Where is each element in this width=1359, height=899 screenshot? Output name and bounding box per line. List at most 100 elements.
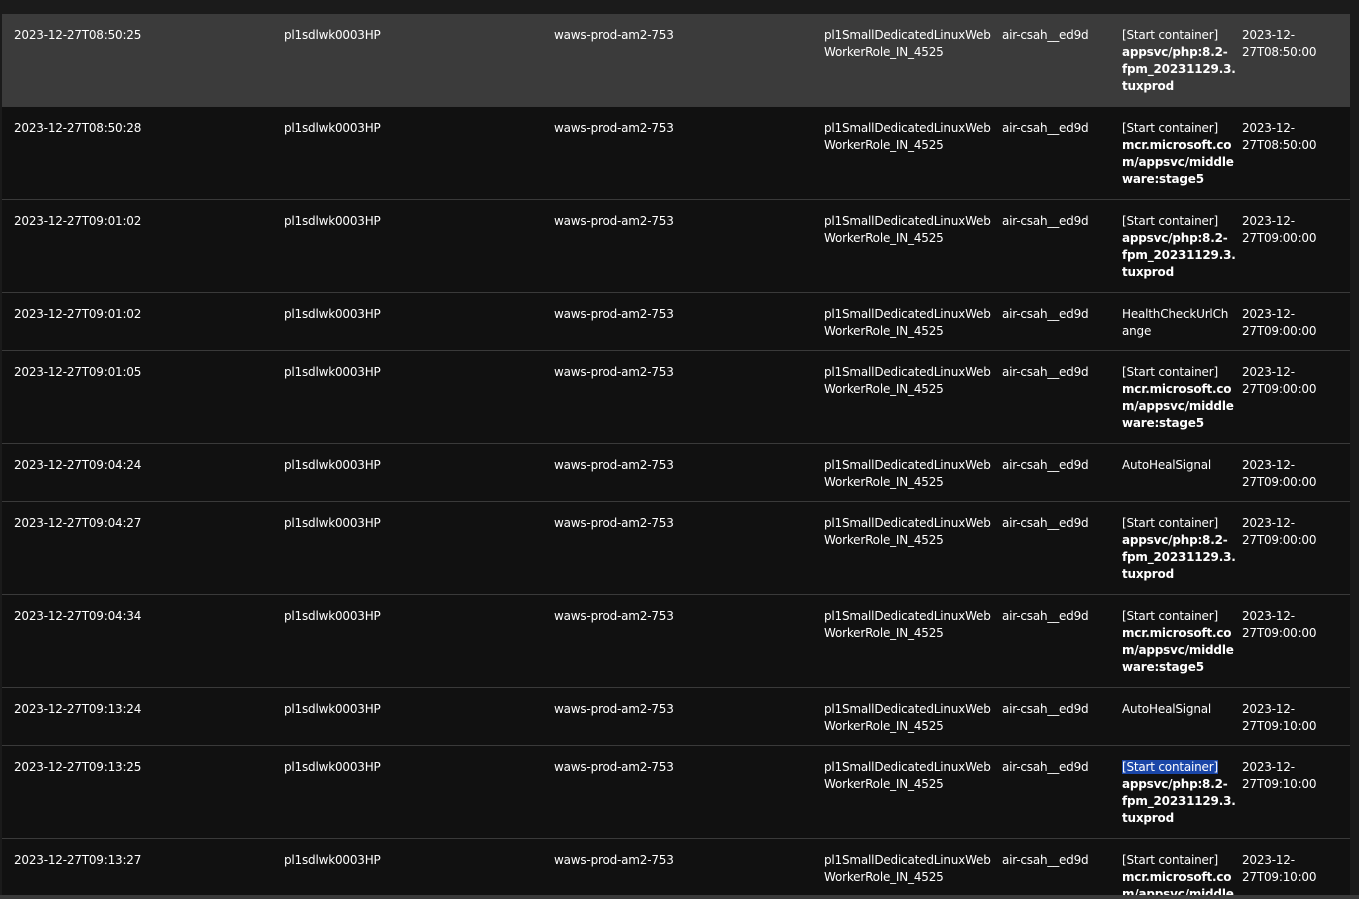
time-bucket-cell: 2023-12- 27T09:00:00 bbox=[1242, 364, 1342, 398]
event-head: [Start container] bbox=[1122, 609, 1218, 623]
container-image-line: m/appsvc/middle bbox=[1122, 643, 1234, 657]
table-row[interactable]: 2023-12-27T09:13:27 pl1sdlwk0003HP waws-pr… bbox=[2, 839, 1350, 895]
time-bucket-cell: 2023-12- 27T09:00:00 bbox=[1242, 306, 1342, 340]
stamp-cell: waws-prod-am2-753 bbox=[554, 702, 674, 716]
role-instance-cell: pl1SmallDedicatedLinuxWeb WorkerRole_IN_4… bbox=[824, 852, 991, 886]
time-bucket-line: 27T09:00:00 bbox=[1242, 475, 1317, 489]
table-row[interactable]: 2023-12-27T08:50:28 pl1sdlwk0003HP waws-pr… bbox=[2, 107, 1350, 200]
host-cell: pl1sdlwk0003HP bbox=[284, 458, 381, 472]
role-instance-line: WorkerRole_IN_4525 bbox=[824, 138, 944, 152]
site-cell: air-csah__ed9d bbox=[1002, 516, 1089, 530]
time-bucket-line: 27T09:00:00 bbox=[1242, 533, 1317, 547]
host-cell: pl1sdlwk0003HP bbox=[284, 214, 381, 228]
top-bar bbox=[0, 0, 1359, 14]
stamp-cell: waws-prod-am2-753 bbox=[554, 365, 674, 379]
host-cell: pl1sdlwk0003HP bbox=[284, 365, 381, 379]
site-cell: air-csah__ed9d bbox=[1002, 609, 1089, 623]
event-head-line: [Start container] bbox=[1122, 120, 1232, 137]
table-row[interactable]: 2023-12-27T09:04:34 pl1sdlwk0003HP waws-pr… bbox=[2, 595, 1350, 688]
role-instance-line: pl1SmallDedicatedLinuxWeb bbox=[824, 760, 991, 774]
table-row[interactable]: 2023-12-27T09:13:25 pl1sdlwk0003HP waws-pr… bbox=[2, 746, 1350, 839]
role-instance-cell: pl1SmallDedicatedLinuxWeb WorkerRole_IN_4… bbox=[824, 306, 991, 340]
stamp-cell: waws-prod-am2-753 bbox=[554, 28, 674, 42]
event-cell: [Start container] appsvc/php:8.2- fpm_2023… bbox=[1122, 213, 1236, 281]
table-row[interactable]: 2023-12-27T09:01:02 pl1sdlwk0003HP waws-pr… bbox=[2, 293, 1350, 351]
container-image-line: ware:stage5 bbox=[1122, 172, 1204, 186]
site-cell: air-csah__ed9d bbox=[1002, 760, 1089, 774]
container-image-line: m/appsvc/middle bbox=[1122, 887, 1234, 895]
event-head: [Start container] bbox=[1122, 516, 1218, 530]
event-cell: AutoHealSignal bbox=[1122, 701, 1232, 718]
container-image-line: m/appsvc/middle bbox=[1122, 399, 1234, 413]
container-image-line: tuxprod bbox=[1122, 567, 1174, 581]
container-image-line: mcr.microsoft.co bbox=[1122, 626, 1232, 640]
stamp-cell: waws-prod-am2-753 bbox=[554, 121, 674, 135]
event-line: ange bbox=[1122, 324, 1152, 338]
role-instance-line: pl1SmallDedicatedLinuxWeb bbox=[824, 365, 991, 379]
role-instance-line: pl1SmallDedicatedLinuxWeb bbox=[824, 307, 991, 321]
host-cell: pl1sdlwk0003HP bbox=[284, 760, 381, 774]
stamp-cell: waws-prod-am2-753 bbox=[554, 609, 674, 623]
stamp-cell: waws-prod-am2-753 bbox=[554, 214, 674, 228]
table-row[interactable]: 2023-12-27T09:04:24 pl1sdlwk0003HP waws-pr… bbox=[2, 444, 1350, 502]
vertical-scrollbar-track[interactable] bbox=[1350, 14, 1359, 895]
site-cell: air-csah__ed9d bbox=[1002, 365, 1089, 379]
site-cell: air-csah__ed9d bbox=[1002, 702, 1089, 716]
event-head-line: [Start container] bbox=[1122, 213, 1232, 230]
table-row[interactable]: 2023-12-27T09:13:24 pl1sdlwk0003HP waws-pr… bbox=[2, 688, 1350, 746]
role-instance-cell: pl1SmallDedicatedLinuxWeb WorkerRole_IN_4… bbox=[824, 364, 991, 398]
container-image-line: tuxprod bbox=[1122, 265, 1174, 279]
role-instance-line: WorkerRole_IN_4525 bbox=[824, 231, 944, 245]
time-bucket-line: 2023-12- bbox=[1242, 516, 1295, 530]
results-grid[interactable]: 2023-12-27T08:50:25 pl1sdlwk0003HP waws-pr… bbox=[2, 14, 1350, 895]
role-instance-cell: pl1SmallDedicatedLinuxWeb WorkerRole_IN_4… bbox=[824, 457, 991, 491]
event-head-line: [Start container] bbox=[1122, 27, 1232, 44]
container-image-line: fpm_20231129.3. bbox=[1122, 550, 1236, 564]
role-instance-cell: pl1SmallDedicatedLinuxWeb WorkerRole_IN_4… bbox=[824, 27, 991, 61]
table-row[interactable]: 2023-12-27T09:01:02 pl1sdlwk0003HP waws-pr… bbox=[2, 200, 1350, 293]
time-bucket-cell: 2023-12- 27T08:50:00 bbox=[1242, 27, 1342, 61]
site-cell: air-csah__ed9d bbox=[1002, 853, 1089, 867]
role-instance-line: WorkerRole_IN_4525 bbox=[824, 324, 944, 338]
timestamp-cell: 2023-12-27T09:13:25 bbox=[14, 760, 142, 774]
event-line: AutoHealSignal bbox=[1122, 458, 1212, 472]
host-cell: pl1sdlwk0003HP bbox=[284, 516, 381, 530]
time-bucket-line: 27T09:00:00 bbox=[1242, 626, 1317, 640]
container-image-line: appsvc/php:8.2- bbox=[1122, 533, 1228, 547]
time-bucket-line: 2023-12- bbox=[1242, 609, 1295, 623]
event-cell: [Start container] mcr.microsoft.co m/appsv… bbox=[1122, 852, 1234, 895]
host-cell: pl1sdlwk0003HP bbox=[284, 853, 381, 867]
event-cell: [Start container] mcr.microsoft.co m/appsv… bbox=[1122, 608, 1234, 676]
event-head-line: [Start container] bbox=[1122, 852, 1232, 869]
event-cell: AutoHealSignal bbox=[1122, 457, 1232, 474]
event-head: [Start container] bbox=[1122, 214, 1218, 228]
stamp-cell: waws-prod-am2-753 bbox=[554, 458, 674, 472]
time-bucket-line: 27T09:00:00 bbox=[1242, 382, 1317, 396]
role-instance-line: WorkerRole_IN_4525 bbox=[824, 533, 944, 547]
role-instance-line: pl1SmallDedicatedLinuxWeb bbox=[824, 609, 991, 623]
container-image-line: tuxprod bbox=[1122, 811, 1174, 825]
time-bucket-line: 2023-12- bbox=[1242, 458, 1295, 472]
time-bucket-line: 2023-12- bbox=[1242, 214, 1295, 228]
table-row[interactable]: 2023-12-27T09:01:05 pl1sdlwk0003HP waws-pr… bbox=[2, 351, 1350, 444]
stamp-cell: waws-prod-am2-753 bbox=[554, 760, 674, 774]
role-instance-line: pl1SmallDedicatedLinuxWeb bbox=[824, 458, 991, 472]
horizontal-scrollbar[interactable] bbox=[0, 895, 1359, 899]
container-image-line: ware:stage5 bbox=[1122, 660, 1204, 674]
time-bucket-cell: 2023-12- 27T08:50:00 bbox=[1242, 120, 1342, 154]
event-head: [Start container] bbox=[1122, 365, 1218, 379]
event-cell: [Start container] mcr.microsoft.co m/appsv… bbox=[1122, 364, 1234, 432]
time-bucket-cell: 2023-12- 27T09:00:00 bbox=[1242, 457, 1342, 491]
event-cell: [Start container] appsvc/php:8.2- fpm_2023… bbox=[1122, 27, 1236, 95]
table-row[interactable]: 2023-12-27T09:04:27 pl1sdlwk0003HP waws-pr… bbox=[2, 502, 1350, 595]
host-cell: pl1sdlwk0003HP bbox=[284, 28, 381, 42]
container-image-line: fpm_20231129.3. bbox=[1122, 248, 1236, 262]
stamp-cell: waws-prod-am2-753 bbox=[554, 853, 674, 867]
event-line: HealthCheckUrlCh bbox=[1122, 307, 1229, 321]
role-instance-line: pl1SmallDedicatedLinuxWeb bbox=[824, 214, 991, 228]
role-instance-line: WorkerRole_IN_4525 bbox=[824, 777, 944, 791]
timestamp-cell: 2023-12-27T08:50:25 bbox=[14, 28, 142, 42]
timestamp-cell: 2023-12-27T09:13:27 bbox=[14, 853, 142, 867]
table-row[interactable]: 2023-12-27T08:50:25 pl1sdlwk0003HP waws-pr… bbox=[2, 14, 1350, 107]
container-image-line: appsvc/php:8.2- bbox=[1122, 231, 1228, 245]
